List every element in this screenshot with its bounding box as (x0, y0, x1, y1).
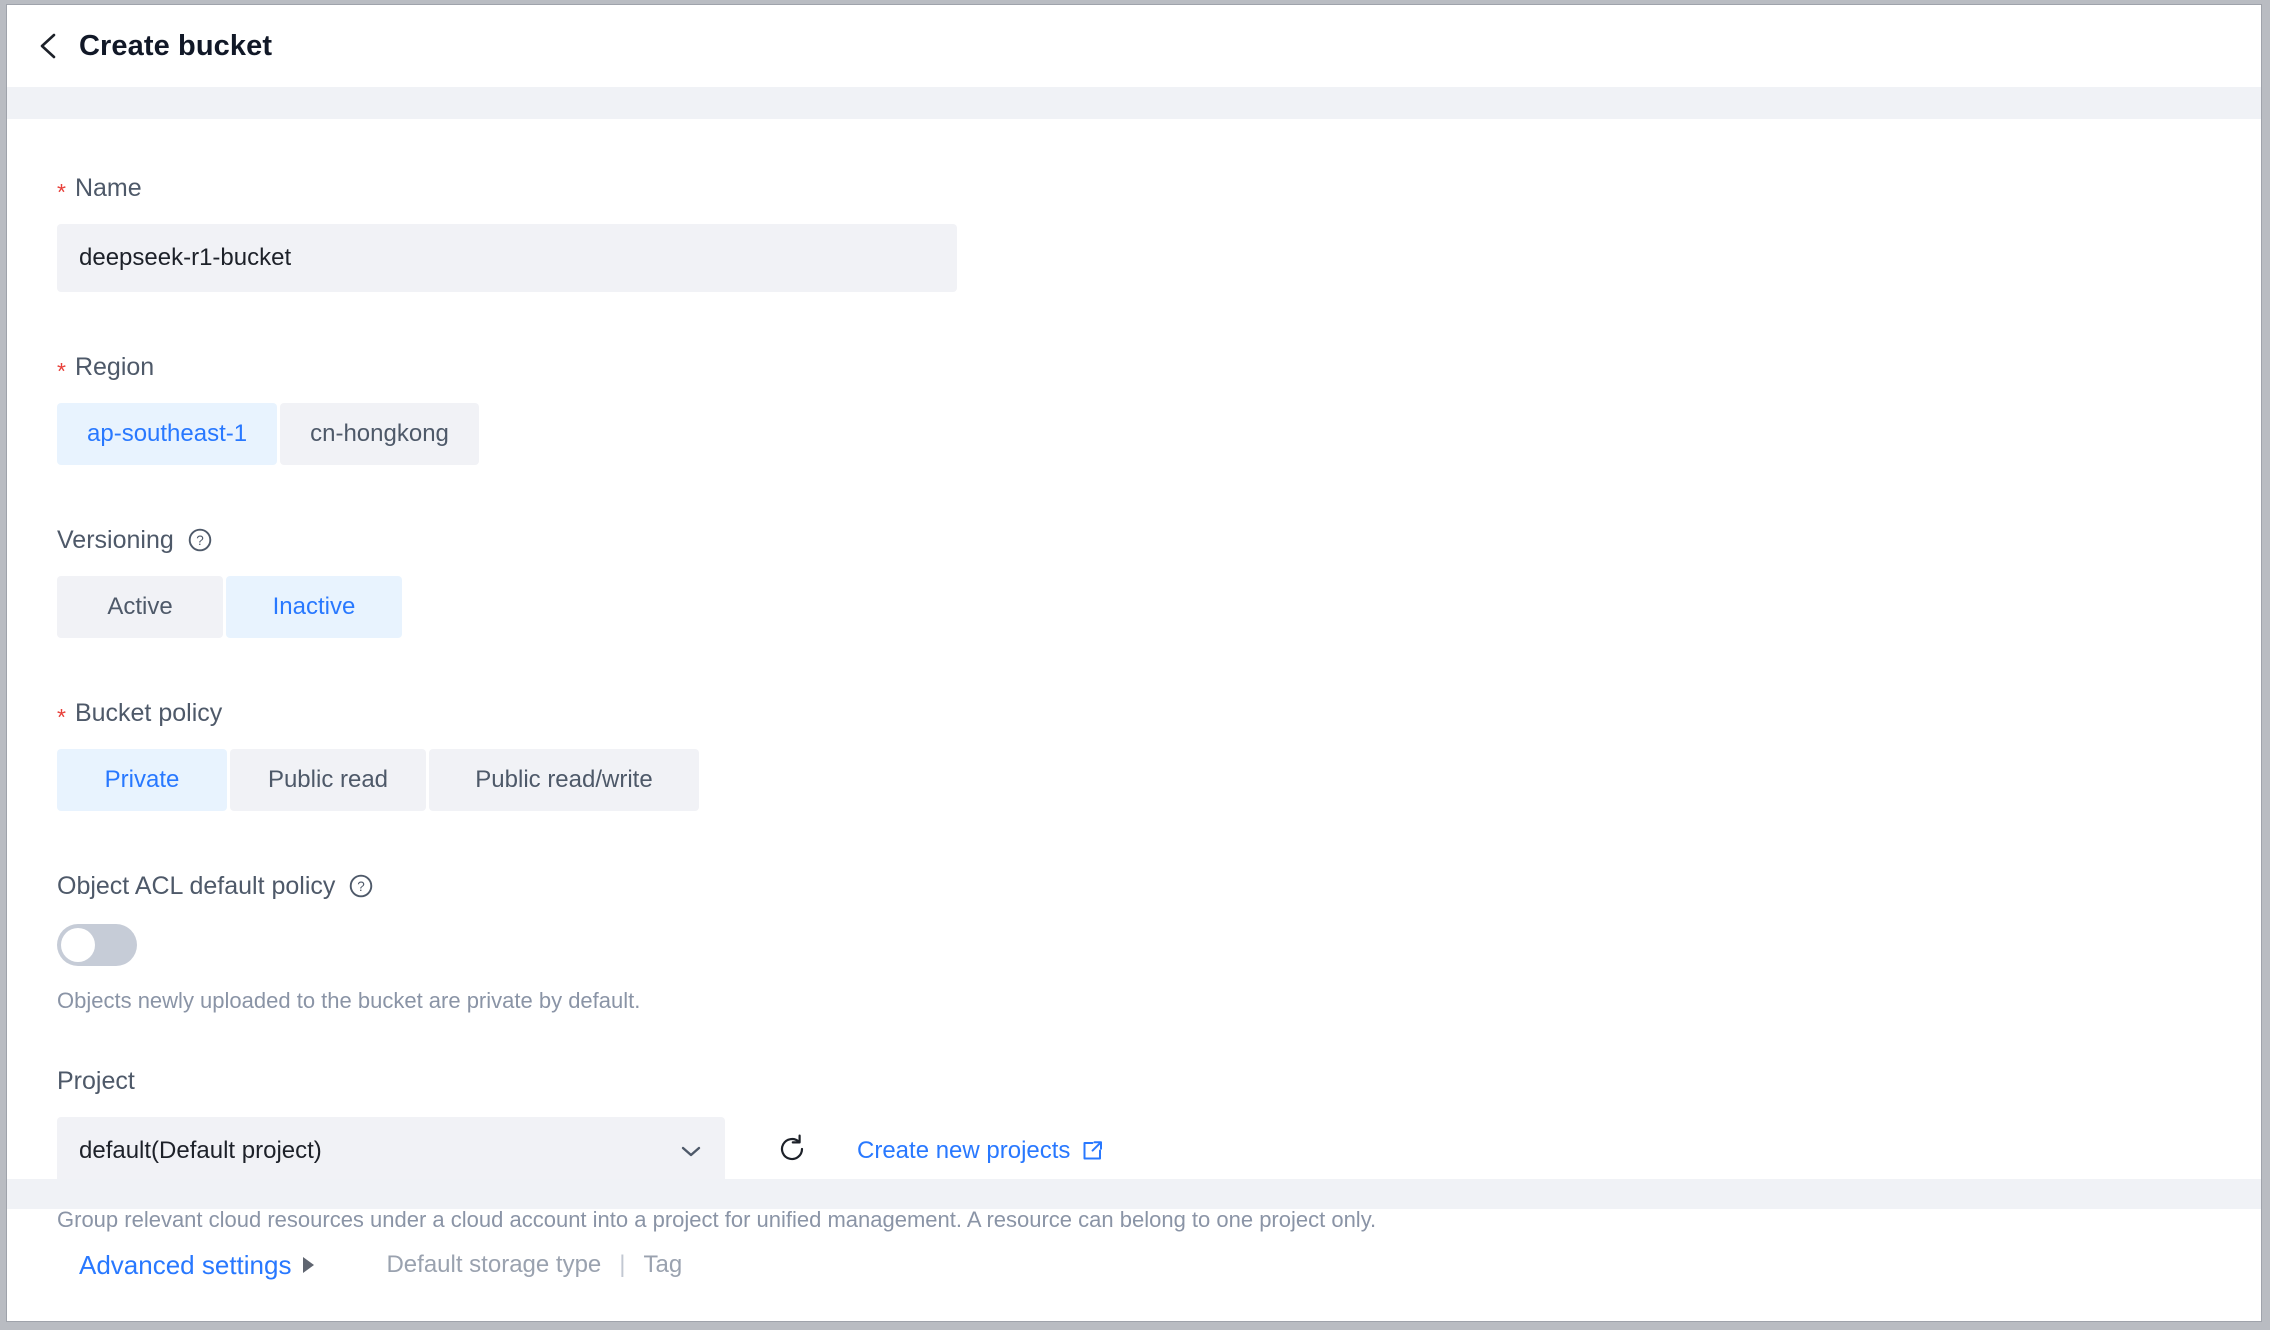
create-bucket-window: Create bucket * Name deepseek-r1-bucket … (6, 4, 2262, 1322)
bucket-policy-label-row: * Bucket policy (57, 696, 2261, 730)
back-button[interactable] (29, 26, 69, 66)
page-header: Create bucket (7, 5, 2261, 87)
bucket-policy-option-public-read-write[interactable]: Public read/write (429, 749, 699, 811)
field-name: * Name deepseek-r1-bucket (57, 171, 2261, 292)
object-acl-label-row: Object ACL default policy ? (57, 869, 2261, 903)
advanced-settings-summary: Default storage type | Tag (386, 1251, 682, 1279)
versioning-label-row: Versioning ? (57, 523, 2261, 557)
project-select-value: default(Default project) (79, 1137, 322, 1164)
header-separator-band (7, 87, 2261, 119)
footer-region: Advanced settings Default storage type |… (7, 1179, 2261, 1321)
footer-separator-band (7, 1179, 2261, 1209)
project-label-row: Project (57, 1064, 2261, 1098)
required-asterisk: * (57, 178, 66, 205)
region-label: Region (74, 352, 155, 381)
versioning-option-inactive[interactable]: Inactive (226, 576, 402, 638)
advanced-settings-toggle[interactable]: Advanced settings (79, 1249, 315, 1281)
advanced-settings-label: Advanced settings (79, 1249, 292, 1280)
triangle-right-icon (303, 1257, 315, 1273)
create-new-projects-link[interactable]: Create new projects (857, 1137, 1104, 1165)
versioning-label: Versioning (57, 525, 174, 554)
bucket-policy-label: Bucket policy (74, 698, 223, 727)
name-label-row: * Name (57, 171, 2261, 205)
required-asterisk: * (57, 357, 66, 384)
page-title: Create bucket (79, 29, 273, 62)
object-acl-toggle[interactable] (57, 924, 137, 966)
versioning-segmented-control: Active Inactive (57, 576, 2261, 638)
bucket-policy-option-public-read[interactable]: Public read (230, 749, 426, 811)
project-label: Project (57, 1066, 135, 1095)
create-new-projects-label: Create new projects (857, 1137, 1071, 1164)
object-acl-hint: Objects newly uploaded to the bucket are… (57, 988, 641, 1013)
advanced-sub-separator: | (619, 1251, 626, 1278)
field-bucket-policy: * Bucket policy Private Public read Publ… (57, 696, 2261, 811)
versioning-option-active[interactable]: Active (57, 576, 223, 638)
advanced-sub-default-storage-type: Default storage type (386, 1251, 602, 1278)
refresh-icon (776, 1133, 808, 1170)
bucket-form: * Name deepseek-r1-bucket * Region ap-so… (7, 119, 2261, 1233)
field-region: * Region ap-southeast-1 cn-hongkong (57, 350, 2261, 465)
advanced-sub-tag: Tag (643, 1251, 683, 1278)
svg-text:?: ? (196, 533, 204, 548)
project-select[interactable]: default(Default project) (57, 1117, 725, 1185)
project-select-row: default(Default project) Create new proj… (57, 1117, 2261, 1185)
required-asterisk: * (57, 703, 66, 730)
advanced-settings-bar: Advanced settings Default storage type |… (7, 1209, 2261, 1321)
question-circle-icon[interactable]: ? (348, 873, 374, 899)
bucket-name-input[interactable]: deepseek-r1-bucket (57, 224, 957, 292)
chevron-down-icon (679, 1143, 703, 1159)
refresh-projects-button[interactable] (773, 1132, 811, 1170)
toggle-knob (61, 928, 95, 962)
external-link-icon (1080, 1139, 1104, 1163)
region-segmented-control: ap-southeast-1 cn-hongkong (57, 403, 2261, 465)
field-object-acl: Object ACL default policy ? Objects newl… (57, 869, 2261, 1014)
field-versioning: Versioning ? Active Inactive (57, 523, 2261, 638)
chevron-left-icon (36, 31, 62, 61)
bucket-policy-option-private[interactable]: Private (57, 749, 227, 811)
svg-text:?: ? (358, 879, 366, 894)
region-option-ap-southeast-1[interactable]: ap-southeast-1 (57, 403, 278, 465)
object-acl-label: Object ACL default policy (57, 871, 336, 900)
bucket-policy-segmented-control: Private Public read Public read/write (57, 749, 2261, 811)
question-circle-icon[interactable]: ? (187, 527, 213, 553)
region-option-cn-hongkong[interactable]: cn-hongkong (280, 403, 479, 465)
name-label: Name (74, 173, 142, 202)
region-label-row: * Region (57, 350, 2261, 384)
